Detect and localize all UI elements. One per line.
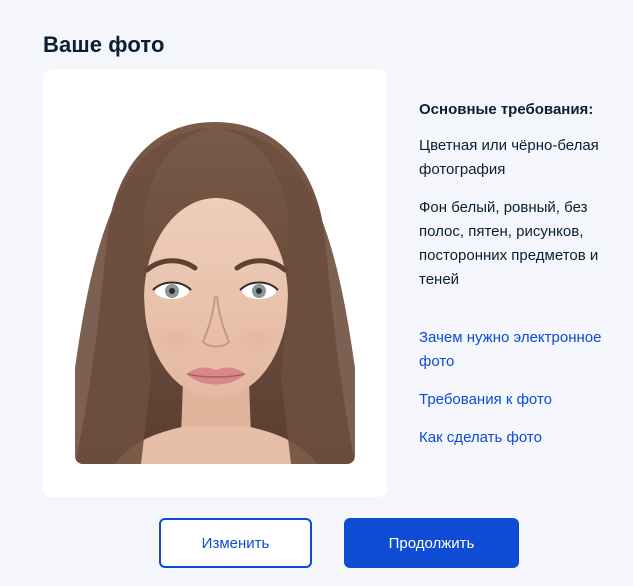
requirements-heading: Основные требования:: [419, 101, 594, 118]
photo-card: [43, 70, 387, 497]
link-why-electronic-photo[interactable]: Зачем нужно электронное фото: [419, 326, 629, 374]
change-button[interactable]: Изменить: [159, 518, 312, 568]
help-links: Зачем нужно электронное фото Требования …: [419, 326, 629, 464]
requirements-panel: Основные требования: Цветная или чёрно-б…: [419, 100, 624, 306]
link-how-to-take-photo[interactable]: Как сделать фото: [419, 426, 629, 450]
user-photo: [75, 118, 355, 464]
link-photo-requirements[interactable]: Требования к фото: [419, 388, 629, 412]
photo-upload-page: Ваше фото Основные требования: Цветная и…: [0, 0, 633, 586]
continue-button[interactable]: Продолжить: [344, 518, 519, 568]
requirement-item: Фон белый, ровный, без полос, пятен, рис…: [419, 199, 599, 288]
page-title: Ваше фото: [43, 31, 165, 57]
requirement-item: Цветная или чёрно-белая фотография: [419, 137, 599, 178]
